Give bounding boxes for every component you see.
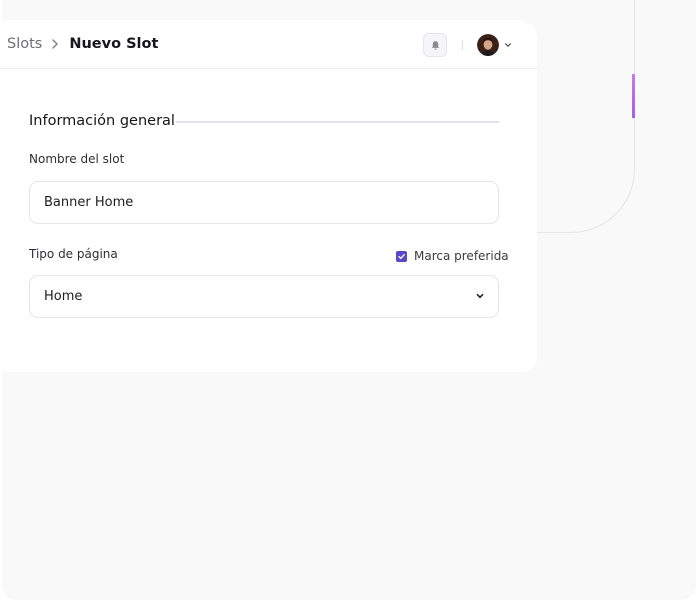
bell-icon [431,40,439,50]
form-card: Slots Nuevo Slot Información general Nom… [0,20,537,372]
user-avatar-image [477,34,499,56]
breadcrumb: Slots Nuevo Slot [7,34,158,54]
page-type-label: Tipo de página [29,247,118,261]
chevron-down-icon [476,293,484,299]
top-bar: Slots Nuevo Slot [0,20,537,69]
page-type-select[interactable]: Home [29,275,499,318]
page-type-selected-value: Home [44,289,83,304]
slot-name-input[interactable] [29,181,499,224]
slot-name-label: Nombre del slot [29,152,125,166]
header-divider [462,40,463,50]
chevron-down-icon[interactable] [503,40,513,50]
breadcrumb-parent-link[interactable]: Slots [7,34,42,54]
checkmark-icon [398,253,405,259]
notifications-button[interactable] [423,33,447,57]
section-title: Información general [29,113,175,129]
chevron-right-icon [52,39,59,49]
breadcrumb-current: Nuevo Slot [69,36,159,52]
avatar[interactable] [477,34,499,56]
accent-strip [632,74,635,118]
preferred-brand-checkbox[interactable] [396,250,407,262]
preferred-brand-toggle[interactable]: Marca preferida [396,249,509,263]
preferred-brand-label: Marca preferida [414,249,509,263]
section-divider [176,121,499,123]
background-panel [536,0,635,233]
